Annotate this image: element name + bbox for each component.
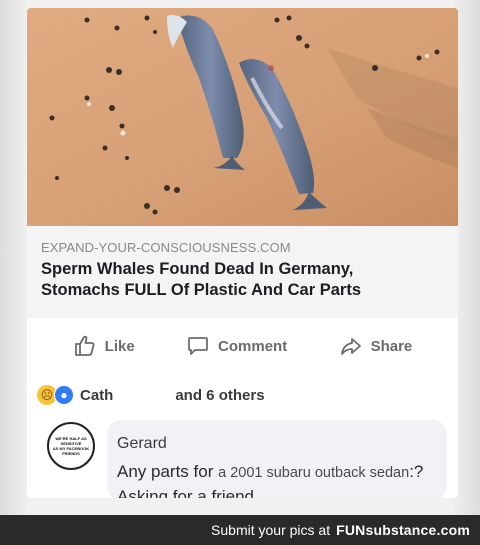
thumbs-up-icon xyxy=(74,335,95,356)
comment-text: Any parts for a 2001 subaru outback seda… xyxy=(117,460,437,498)
link-title[interactable]: Sperm Whales Found Dead In Germany, Stom… xyxy=(41,259,444,301)
share-label: Share xyxy=(370,337,413,355)
like-button[interactable]: Like xyxy=(73,334,135,358)
screenshot-area: EXPAND-YOUR-CONSCIOUSNESS.COM Sperm Whal… xyxy=(0,0,480,515)
footer-text: Submit your pics at xyxy=(211,522,331,538)
avatar[interactable]: WE'RE HALF AS SENSITIVE AS MY FACEBOOK F… xyxy=(47,422,95,470)
watermark-footer: Submit your pics at FUNsubstance.com xyxy=(0,515,480,545)
post-image[interactable] xyxy=(27,8,458,226)
comment-text-small: a 2001 subaru outback sedan xyxy=(218,465,410,481)
like-label: Like xyxy=(104,337,135,355)
link-title-line-2: Stomachs FULL Of Plastic And Car Parts xyxy=(41,281,361,299)
comment-item: WE'RE HALF AS SENSITIVE AS MY FACEBOOK F… xyxy=(27,418,458,498)
facebook-post-card: EXPAND-YOUR-CONSCIOUSNESS.COM Sperm Whal… xyxy=(27,8,458,498)
avatar-text-line-4: FRIENDS xyxy=(62,451,80,456)
link-title-line-1: Sperm Whales Found Dead In Germany, xyxy=(41,260,354,278)
comment-icon xyxy=(188,337,208,355)
like-reaction-icon: ● xyxy=(54,385,74,405)
footer-brand[interactable]: FUNsubstance.com xyxy=(336,522,470,538)
share-arrow-icon xyxy=(340,338,361,355)
comment-button[interactable]: Comment xyxy=(186,334,287,358)
reactor-name[interactable]: Cath xyxy=(80,387,113,404)
post-actions-bar: Like Comment Share xyxy=(27,326,458,366)
reaction-others-count[interactable]: and 6 others xyxy=(175,387,264,404)
link-preview[interactable]: EXPAND-YOUR-CONSCIOUSNESS.COM Sperm Whal… xyxy=(27,226,458,318)
reactions-summary[interactable]: ☹ ● Cath and 6 others xyxy=(27,380,458,410)
comment-text-part-1: Any parts for xyxy=(117,462,219,481)
link-domain: EXPAND-YOUR-CONSCIOUSNESS.COM xyxy=(41,240,291,255)
share-button[interactable]: Share xyxy=(339,334,413,358)
comment-label: Comment xyxy=(218,337,288,355)
beach-whales-illustration xyxy=(27,8,458,226)
comment-author[interactable]: Gerard xyxy=(117,435,167,453)
